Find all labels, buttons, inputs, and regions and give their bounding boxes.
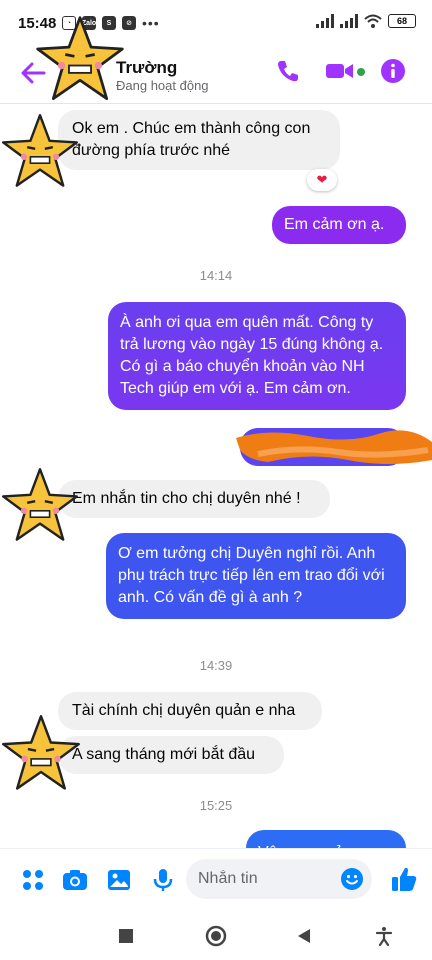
signal-icon-2 — [340, 14, 358, 28]
online-indicator — [357, 68, 365, 76]
home-button[interactable] — [204, 924, 228, 948]
timestamp: 14:14 — [199, 268, 233, 283]
timestamp: 15:25 — [199, 798, 233, 813]
contact-status: Đang hoạt động — [116, 78, 209, 93]
back-button[interactable] — [292, 924, 316, 948]
message-incoming[interactable]: Tài chính chị duyên quản e nha — [58, 692, 322, 730]
microphone-icon[interactable] — [150, 867, 176, 893]
message-outgoing[interactable]: Ơ em tưởng chị Duyên nghỉ rồi. Anh phụ t… — [106, 533, 406, 619]
timestamp: 14:39 — [199, 658, 233, 673]
message-incoming[interactable]: A sang tháng mới bắt đầu — [58, 736, 284, 774]
redaction-scribble — [236, 430, 432, 464]
message-incoming[interactable]: Em nhắn tin cho chị duyên nhé ! — [58, 480, 330, 518]
signal-icon — [316, 14, 334, 28]
menu-dots-icon[interactable] — [20, 867, 46, 893]
info-icon[interactable] — [380, 58, 406, 84]
heart-reaction-icon[interactable]: ❤ — [307, 169, 337, 191]
message-outgoing[interactable]: Em cảm ơn ạ. — [272, 206, 406, 244]
accessibility-icon — [375, 927, 393, 946]
star-sticker-icon — [36, 16, 124, 101]
wifi-icon — [364, 14, 382, 28]
system-nav-bar — [0, 910, 432, 960]
system-icons: 68 — [316, 14, 416, 28]
emoji-icon[interactable] — [340, 867, 364, 891]
phone-call-icon[interactable] — [275, 58, 301, 84]
star-sticker-icon — [2, 468, 79, 541]
star-sticker-icon — [2, 114, 79, 187]
video-call-icon[interactable] — [325, 58, 355, 84]
thumbs-up-icon[interactable] — [390, 865, 418, 893]
square-icon — [119, 929, 133, 943]
message-composer — [0, 848, 432, 910]
message-outgoing[interactable]: À anh ơi qua em quên mất. Công ty trả lư… — [108, 302, 406, 410]
back-triangle-icon — [298, 929, 310, 943]
message-incoming[interactable]: Ok em . Chúc em thành công con đường phí… — [58, 110, 340, 170]
accessibility-button[interactable] — [372, 924, 396, 948]
camera-icon[interactable] — [62, 867, 88, 893]
more-dots-icon: ••• — [142, 15, 160, 31]
image-gallery-icon[interactable] — [106, 867, 132, 893]
battery-icon: 68 — [388, 14, 416, 28]
recent-apps-button[interactable] — [114, 924, 138, 948]
home-circle-icon — [205, 925, 227, 947]
star-sticker-icon — [2, 715, 80, 790]
